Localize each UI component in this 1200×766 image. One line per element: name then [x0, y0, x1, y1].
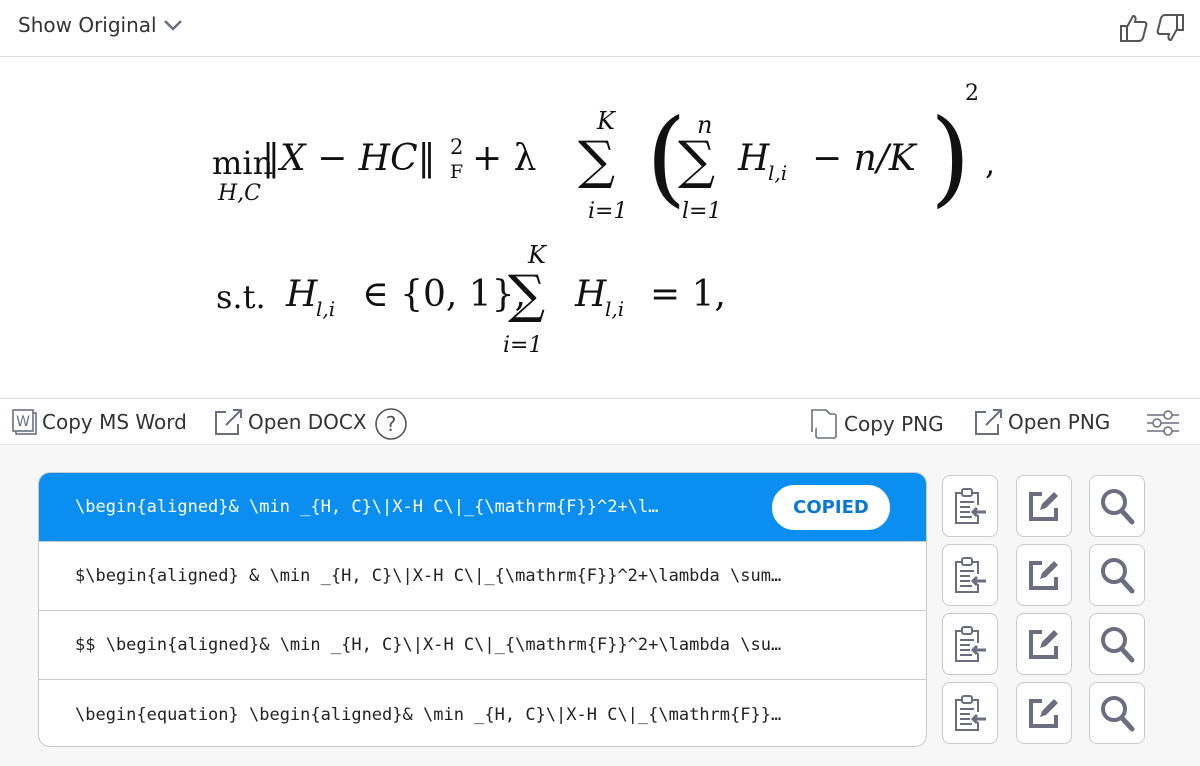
search-icon: [1099, 694, 1135, 732]
eq-min-sub: H,C: [218, 181, 262, 206]
eq-sq: 2: [450, 135, 464, 159]
copy-ms-word-label: Copy MS Word: [42, 410, 187, 434]
edit-icon: [1028, 490, 1060, 522]
show-original-toggle[interactable]: Show Original: [18, 13, 183, 37]
eq-H-sub: l,i: [768, 161, 788, 185]
edit-icon: [1028, 697, 1060, 729]
edit-icon: [1028, 628, 1060, 660]
paste-button[interactable]: [942, 475, 998, 537]
search-button[interactable]: [1089, 613, 1145, 675]
latex-result-row[interactable]: \begin{aligned}& \min _{H, C}\|X-H C\|_{…: [39, 473, 926, 542]
external-link-icon: [215, 409, 242, 435]
svg-text:?: ?: [386, 412, 397, 436]
eq-H2-sub: l,i: [316, 297, 336, 321]
eq-lambda: + λ: [472, 138, 537, 179]
word-icon: W: [12, 409, 37, 435]
copy-png-label: Copy PNG: [844, 412, 944, 436]
eq-sigma2: ∑: [508, 265, 546, 325]
eq-set: ∈ {0, 1},: [362, 274, 527, 315]
latex-result-row[interactable]: \begin{equation} \begin{aligned}& \min _…: [39, 680, 926, 746]
eq-nk: − n/K: [812, 138, 916, 179]
eq-i1: i=1: [588, 199, 628, 224]
eq-H: H: [738, 138, 770, 179]
open-png-label: Open PNG: [1008, 410, 1111, 434]
paste-button[interactable]: [942, 544, 998, 606]
latex-text: $\begin{aligned} & \min _{H, C}\|X-H C\|…: [75, 566, 782, 586]
clipboard-paste-icon: [953, 556, 987, 594]
latex-result-row[interactable]: $$ \begin{aligned}& \min _{H, C}\|X-H C\…: [39, 611, 926, 680]
svg-text:W: W: [16, 414, 30, 430]
header: Show Original: [0, 0, 1200, 57]
thumbs-up-icon[interactable]: [1118, 12, 1150, 44]
eq-K2: K: [528, 241, 546, 269]
show-original-label: Show Original: [18, 13, 157, 37]
search-button[interactable]: [1089, 682, 1145, 744]
eq-sigma-inner: ∑: [678, 131, 716, 191]
help-icon[interactable]: ?: [374, 407, 408, 441]
eq-K: K: [597, 107, 615, 135]
clipboard-paste-icon: [953, 487, 987, 525]
eq-norm: ‖X − HC‖: [262, 138, 436, 179]
clipboard-paste-icon: [953, 625, 987, 663]
eq-rparen: ): [930, 96, 971, 218]
eq-l1: l=1: [682, 199, 722, 224]
clipboard-paste-icon: [953, 694, 987, 732]
chevron-down-icon: [163, 20, 182, 31]
open-png-button[interactable]: Open PNG: [974, 408, 1110, 436]
eq-frob: F: [450, 161, 464, 183]
latex-text: \begin{equation} \begin{aligned}& \min _…: [75, 704, 782, 725]
search-icon: [1099, 556, 1135, 594]
latex-result-row[interactable]: $\begin{aligned} & \min _{H, C}\|X-H C\|…: [39, 542, 926, 611]
edit-button[interactable]: [1015, 682, 1072, 744]
edit-button[interactable]: [1015, 613, 1072, 675]
latex-results-list: \begin{aligned}& \min _{H, C}\|X-H C\|_{…: [38, 472, 927, 747]
search-button[interactable]: [1089, 475, 1145, 537]
eq-sigma: ∑: [578, 131, 616, 191]
results-panel: \begin{aligned}& \min _{H, C}\|X-H C\|_{…: [0, 446, 1200, 766]
latex-text: $$ \begin{aligned}& \min _{H, C}\|X-H C\…: [75, 635, 782, 655]
eq-i1-2: i=1: [503, 333, 543, 358]
paste-button[interactable]: [942, 682, 998, 744]
copy-icon: [811, 409, 837, 439]
open-docx-label: Open DOCX: [248, 410, 367, 434]
edit-button[interactable]: [1015, 475, 1072, 537]
eq-H3-sub: l,i: [605, 297, 625, 321]
copied-badge: COPIED: [772, 485, 890, 530]
edit-button[interactable]: [1015, 544, 1072, 606]
search-button[interactable]: [1089, 544, 1145, 606]
open-docx-button[interactable]: Open DOCX: [214, 408, 367, 436]
eq-H3: H: [575, 274, 607, 315]
eq-H2: H: [286, 274, 318, 315]
latex-text: \begin{aligned}& \min _{H, C}\|X-H C\|_{…: [75, 497, 659, 517]
rendered-equation: min H,C ‖X − HC‖ 2 F + λ K ∑ i=1 ( n ∑ l…: [0, 57, 1200, 398]
search-icon: [1099, 487, 1135, 525]
copy-png-button[interactable]: Copy PNG: [810, 408, 944, 440]
eq-comma: ,: [985, 144, 996, 182]
settings-sliders-icon[interactable]: [1146, 409, 1180, 437]
thumbs-down-icon[interactable]: [1154, 12, 1186, 44]
edit-icon: [1028, 559, 1060, 591]
eq-one: = 1,: [650, 274, 726, 315]
copy-ms-word-button[interactable]: W Copy MS Word: [12, 408, 187, 436]
eq-outer-sq: 2: [965, 81, 979, 106]
search-icon: [1099, 625, 1135, 663]
toolbar: W Copy MS Word Open DOCX ? Copy PNG Open…: [0, 398, 1200, 445]
paste-button[interactable]: [942, 613, 998, 675]
external-link-icon: [975, 409, 1002, 435]
eq-st: s.t.: [216, 278, 266, 316]
